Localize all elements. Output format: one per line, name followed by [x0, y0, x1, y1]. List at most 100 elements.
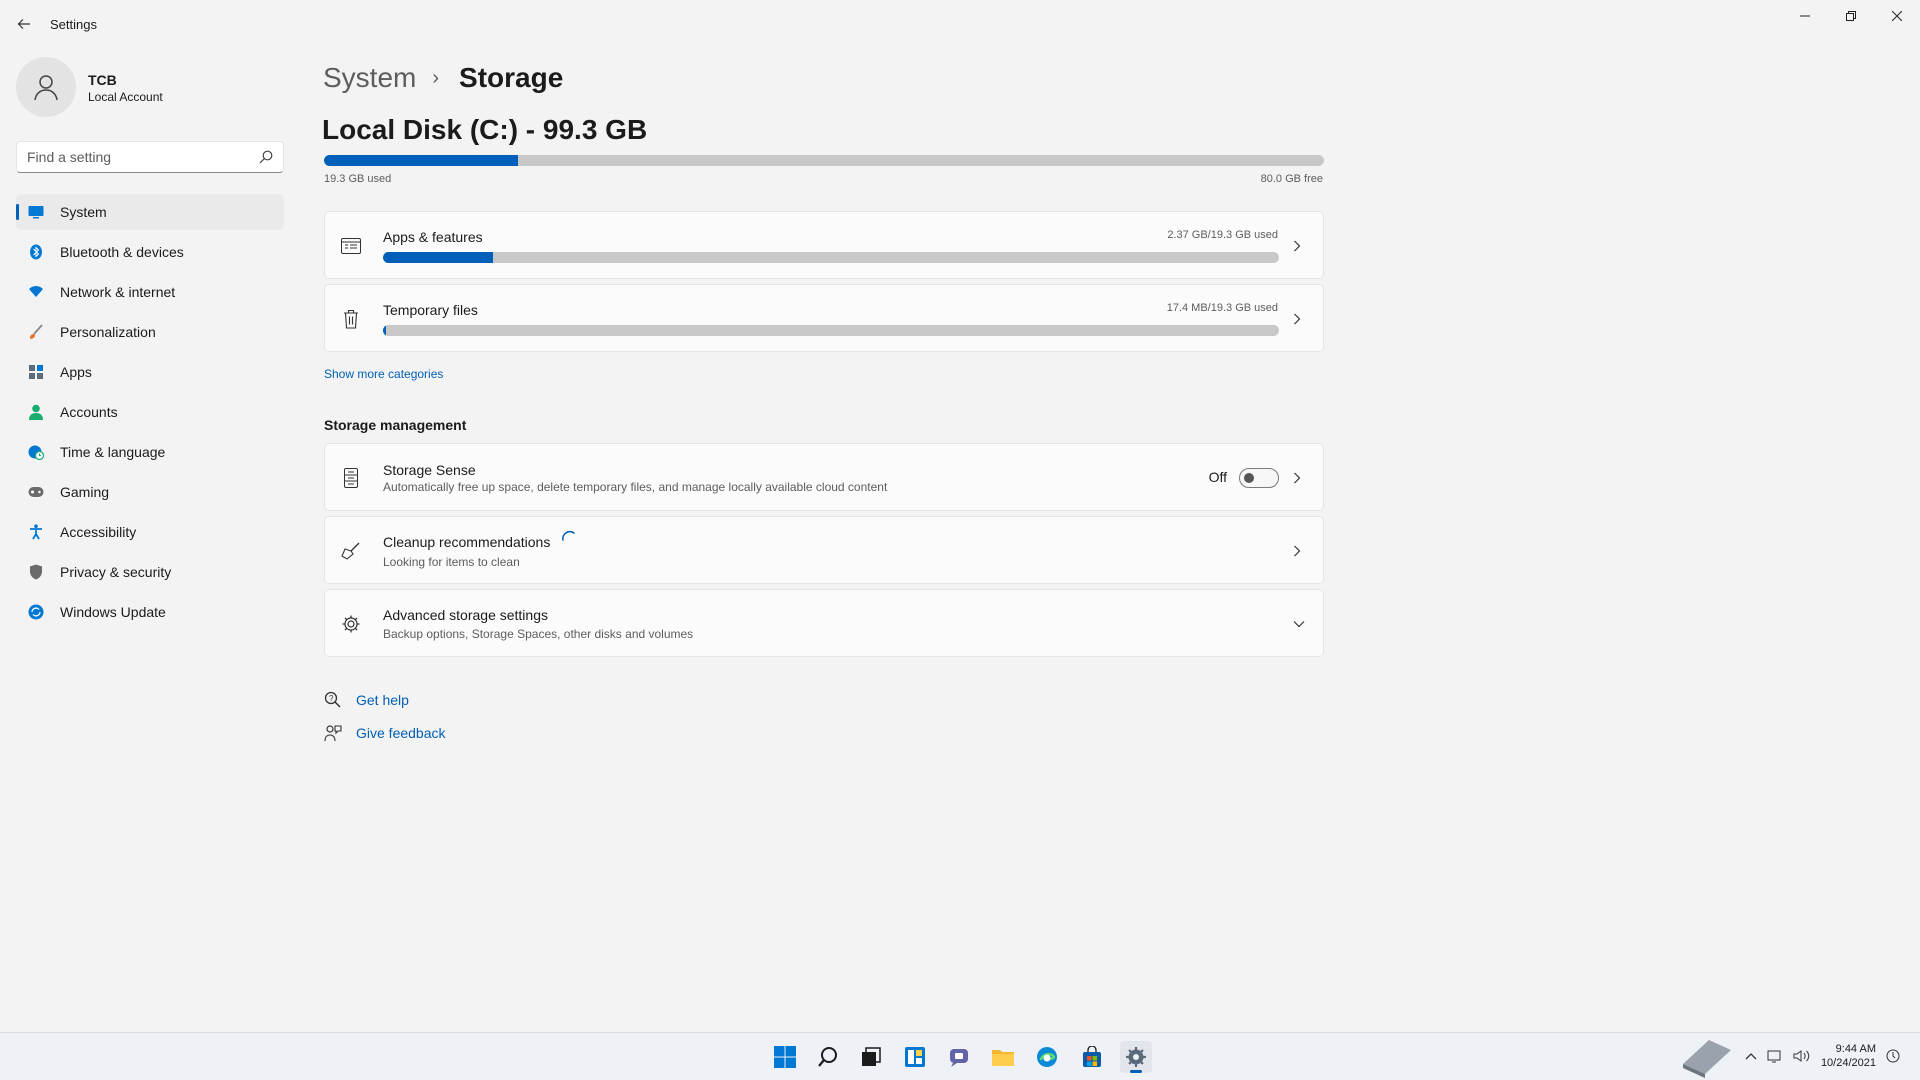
- category-usage-fill: [383, 252, 494, 263]
- back-button[interactable]: [12, 12, 36, 36]
- title-bar: Settings: [0, 0, 1920, 48]
- update-icon: [28, 604, 44, 620]
- search-input[interactable]: [27, 148, 247, 166]
- get-help-link[interactable]: ? Get help: [324, 690, 409, 710]
- card-usage-label: 17.4 MB/19.3 GB used: [1166, 302, 1278, 314]
- volume-icon[interactable]: [1793, 1049, 1811, 1063]
- sidebar-item-windows-update[interactable]: Windows Update: [16, 594, 284, 630]
- network-tray-icon[interactable]: [1767, 1049, 1783, 1063]
- widgets-icon[interactable]: [899, 1041, 931, 1073]
- sidebar-item-bluetooth[interactable]: Bluetooth & devices: [16, 234, 284, 270]
- trash-icon: [341, 309, 361, 329]
- clock-time: 9:44 AM: [1835, 1043, 1876, 1055]
- storage-sense-toggle-label: Off: [1208, 469, 1227, 485]
- maximize-button[interactable]: [1828, 0, 1874, 32]
- disk-free-label: 80.0 GB free: [1260, 173, 1323, 185]
- sidebar-item-privacy-security[interactable]: Privacy & security: [16, 554, 284, 590]
- sidebar-item-label: Apps: [60, 364, 92, 380]
- globe-clock-icon: [28, 444, 44, 460]
- gear-icon: [341, 614, 361, 634]
- disk-usage-bar: [324, 155, 1324, 166]
- sidebar-item-label: Time & language: [60, 444, 166, 460]
- card-subtitle: Looking for items to clean: [383, 555, 520, 569]
- sidebar-item-personalization[interactable]: Personalization: [16, 314, 284, 350]
- chevron-up-icon[interactable]: [1745, 1050, 1757, 1062]
- accessibility-icon: [28, 524, 44, 540]
- svg-text:?: ?: [329, 694, 334, 703]
- chevron-down-icon: [1293, 616, 1305, 632]
- toggle-knob: [1244, 473, 1254, 483]
- category-usage-bar: [383, 252, 1279, 263]
- close-icon: [1892, 11, 1902, 21]
- clock[interactable]: 9:44 AM 10/24/2021: [1821, 1042, 1876, 1070]
- settings-icon[interactable]: [1120, 1041, 1152, 1073]
- chevron-right-icon: [1291, 311, 1303, 327]
- sidebar-item-accounts[interactable]: Accounts: [16, 394, 284, 430]
- get-help-label: Get help: [356, 692, 409, 708]
- search-box[interactable]: [16, 141, 284, 173]
- card-title: Storage Sense: [383, 462, 476, 478]
- task-view-icon[interactable]: [855, 1041, 887, 1073]
- category-usage-fill: [383, 325, 386, 336]
- breadcrumb-separator: ›: [432, 66, 440, 89]
- breadcrumb-system-link[interactable]: System: [323, 62, 416, 94]
- storage-management-heading: Storage management: [324, 417, 467, 433]
- file-explorer-icon[interactable]: [987, 1041, 1019, 1073]
- sidebar-item-network[interactable]: Network & internet: [16, 274, 284, 310]
- cleanup-recommendations-card[interactable]: Cleanup recommendations Looking for item…: [324, 516, 1324, 584]
- watermark-book-logo: [1682, 1040, 1731, 1078]
- give-feedback-link[interactable]: Give feedback: [324, 723, 446, 743]
- close-button[interactable]: [1874, 0, 1920, 32]
- card-subtitle: Automatically free up space, delete temp…: [383, 480, 888, 494]
- chevron-right-icon: [1291, 543, 1303, 559]
- sidebar-item-label: Gaming: [60, 484, 110, 500]
- sidebar-item-label: Bluetooth & devices: [60, 244, 184, 260]
- sidebar-item-label: Accessibility: [60, 524, 137, 540]
- gamepad-icon: [28, 484, 44, 500]
- sidebar-item-gaming[interactable]: Gaming: [16, 474, 284, 510]
- apps-icon: [28, 364, 44, 380]
- broom-icon: [341, 541, 361, 561]
- sidebar-item-label: Network & internet: [60, 284, 176, 300]
- sidebar-item-label: Privacy & security: [60, 564, 172, 580]
- sidebar-item-system[interactable]: System: [16, 194, 284, 230]
- windows-start-icon[interactable]: [769, 1041, 801, 1073]
- card-subtitle: Backup options, Storage Spaces, other di…: [383, 627, 694, 641]
- card-usage-label: 2.37 GB/19.3 GB used: [1167, 229, 1278, 241]
- restore-icon: [1846, 11, 1856, 21]
- storage-sense-toggle[interactable]: [1239, 468, 1279, 488]
- edge-icon[interactable]: [1031, 1041, 1063, 1073]
- notification-icon[interactable]: [1886, 1049, 1900, 1063]
- avatar: [16, 57, 76, 117]
- person-avatar-icon: [34, 75, 58, 101]
- advanced-storage-settings-card[interactable]: Advanced storage settings Backup options…: [324, 589, 1324, 657]
- card-title: Cleanup recommendations: [383, 534, 551, 550]
- storage-drive-icon: [341, 468, 361, 488]
- card-title: Advanced storage settings: [383, 607, 548, 623]
- disk-title: Local Disk (C:) - 99.3 GB: [322, 114, 648, 145]
- show-more-categories-link[interactable]: Show more categories: [324, 367, 443, 381]
- bluetooth-icon: [28, 244, 44, 260]
- sidebar-item-label: Accounts: [60, 404, 118, 420]
- storage-sense-card[interactable]: Storage Sense Automatically free up spac…: [324, 443, 1324, 511]
- page-title: Storage: [459, 62, 564, 93]
- chat-icon[interactable]: [943, 1041, 975, 1073]
- sidebar-item-accessibility[interactable]: Accessibility: [16, 514, 284, 550]
- search-icon[interactable]: [812, 1041, 844, 1073]
- user-profile[interactable]: TCB Local Account: [16, 57, 286, 117]
- person-icon: [28, 404, 44, 420]
- temporary-files-card[interactable]: Temporary files 17.4 MB/19.3 GB used: [324, 284, 1324, 352]
- give-feedback-label: Give feedback: [356, 725, 446, 741]
- loading-spinner-icon: [562, 530, 575, 541]
- category-usage-bar: [383, 325, 1279, 336]
- sidebar-item-apps[interactable]: Apps: [16, 354, 284, 390]
- minimize-icon: [1800, 15, 1810, 17]
- clock-date: 10/24/2021: [1820, 1057, 1876, 1069]
- store-icon[interactable]: [1076, 1041, 1108, 1073]
- minimize-button[interactable]: [1782, 0, 1828, 32]
- sidebar-item-label: Windows Update: [60, 604, 166, 620]
- wifi-icon: [28, 284, 44, 300]
- apps-features-card[interactable]: Apps & features 2.37 GB/19.3 GB used: [324, 211, 1324, 279]
- sidebar-item-time-language[interactable]: Time & language: [16, 434, 284, 470]
- settings-window: Settings TCB Local Account System Blueto…: [0, 0, 1920, 1080]
